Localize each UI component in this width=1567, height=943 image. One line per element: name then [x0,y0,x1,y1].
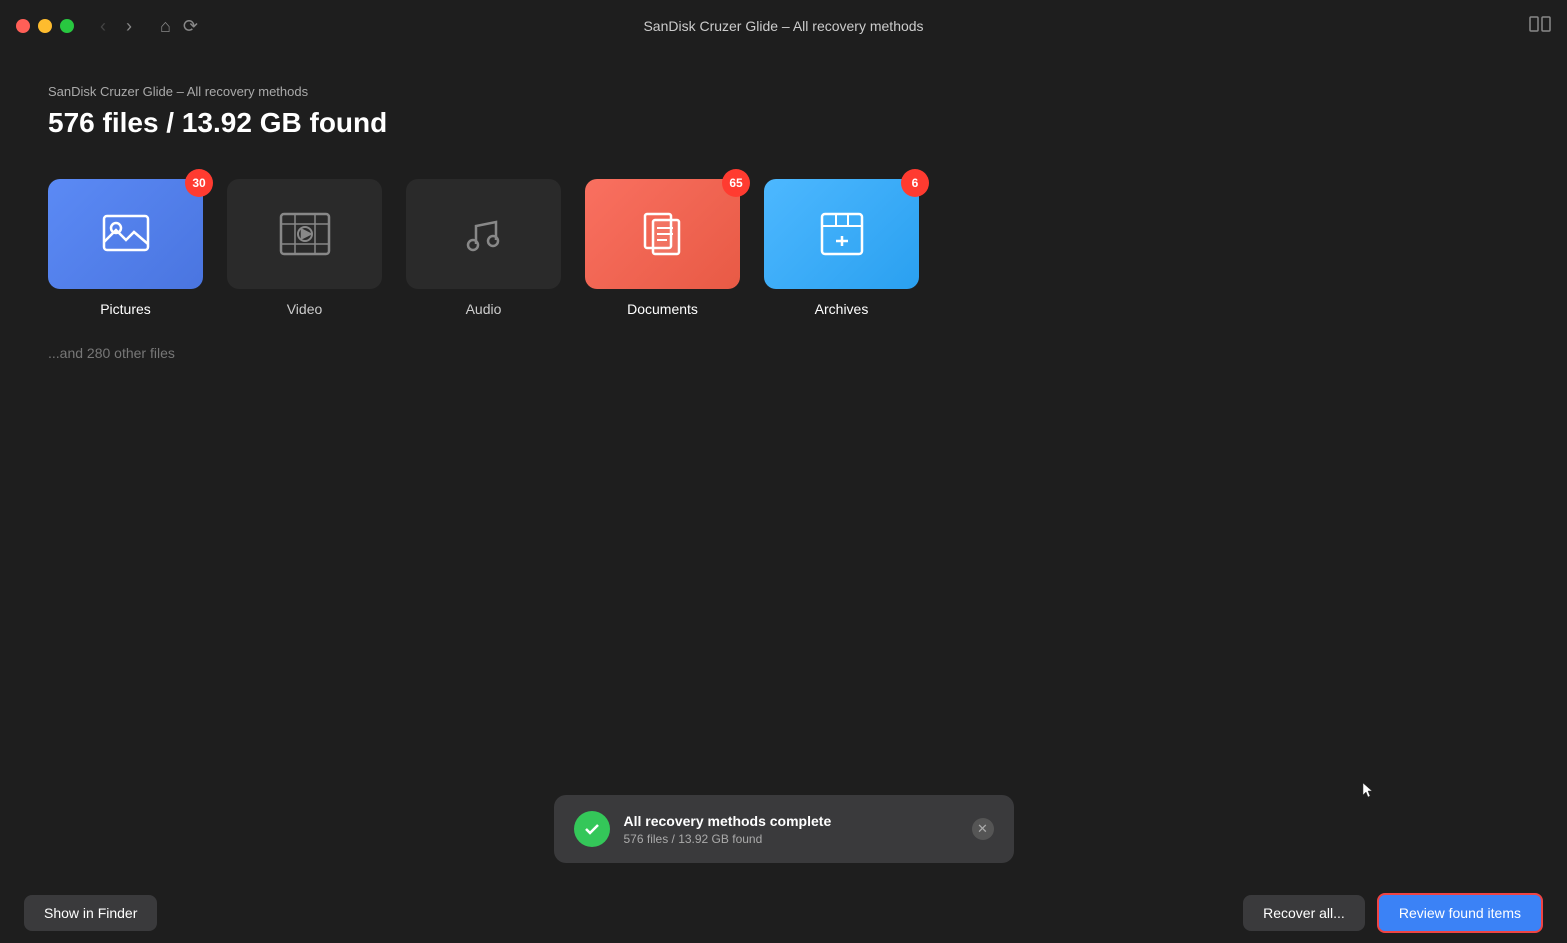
right-buttons: Recover all... Review found items [1243,893,1543,933]
file-categories: 30 Pictures [48,179,1519,317]
archives-tile: 6 [764,179,919,289]
category-pictures[interactable]: 30 Pictures [48,179,203,317]
bottom-toolbar: Show in Finder Recover all... Review fou… [0,883,1567,943]
audio-label: Audio [466,301,502,317]
pictures-icon [98,206,154,262]
pictures-label: Pictures [100,301,151,317]
audio-tile [406,179,561,289]
page-title: 576 files / 13.92 GB found [48,107,1519,139]
category-documents[interactable]: 65 Documents [585,179,740,317]
notification-bar: All recovery methods complete 576 files … [554,795,1014,863]
video-icon [277,206,333,262]
video-tile [227,179,382,289]
maximize-button[interactable] [60,19,74,33]
category-audio[interactable]: Audio [406,179,561,317]
recover-all-button[interactable]: Recover all... [1243,895,1365,931]
notification-close-button[interactable]: ✕ [972,818,994,840]
minimize-button[interactable] [38,19,52,33]
close-button[interactable] [16,19,30,33]
audio-icon [456,206,512,262]
other-files-text: ...and 280 other files [48,345,1519,361]
notification-title: All recovery methods complete [624,813,958,829]
archives-label: Archives [815,301,869,317]
traffic-lights [16,19,74,33]
main-content: SanDisk Cruzer Glide – All recovery meth… [0,52,1567,393]
forward-button[interactable]: › [120,12,138,41]
documents-icon [635,206,691,262]
notification-text: All recovery methods complete 576 files … [624,813,958,846]
pictures-badge: 30 [185,169,213,197]
video-label: Video [287,301,323,317]
show-in-finder-button[interactable]: Show in Finder [24,895,157,931]
category-video[interactable]: Video [227,179,382,317]
review-found-items-button[interactable]: Review found items [1377,893,1543,933]
notification-subtitle: 576 files / 13.92 GB found [624,832,958,846]
back-button[interactable]: ‹ [94,12,112,41]
notification-success-icon [574,811,610,847]
breadcrumb: SanDisk Cruzer Glide – All recovery meth… [48,84,1519,99]
category-archives[interactable]: 6 Archives [764,179,919,317]
documents-tile: 65 [585,179,740,289]
documents-badge: 65 [722,169,750,197]
archives-badge: 6 [901,169,929,197]
cursor [1361,781,1371,795]
history-button[interactable]: ⟳ [177,12,204,41]
archives-icon [814,206,870,262]
reader-view-button[interactable] [1529,16,1551,37]
documents-label: Documents [627,301,698,317]
nav-buttons: ‹ › [94,12,138,41]
titlebar: ‹ › ⌂ ⟳ SanDisk Cruzer Glide – All recov… [0,0,1567,52]
window-title: SanDisk Cruzer Glide – All recovery meth… [643,18,923,34]
pictures-tile: 30 [48,179,203,289]
home-button[interactable]: ⌂ [154,12,177,41]
